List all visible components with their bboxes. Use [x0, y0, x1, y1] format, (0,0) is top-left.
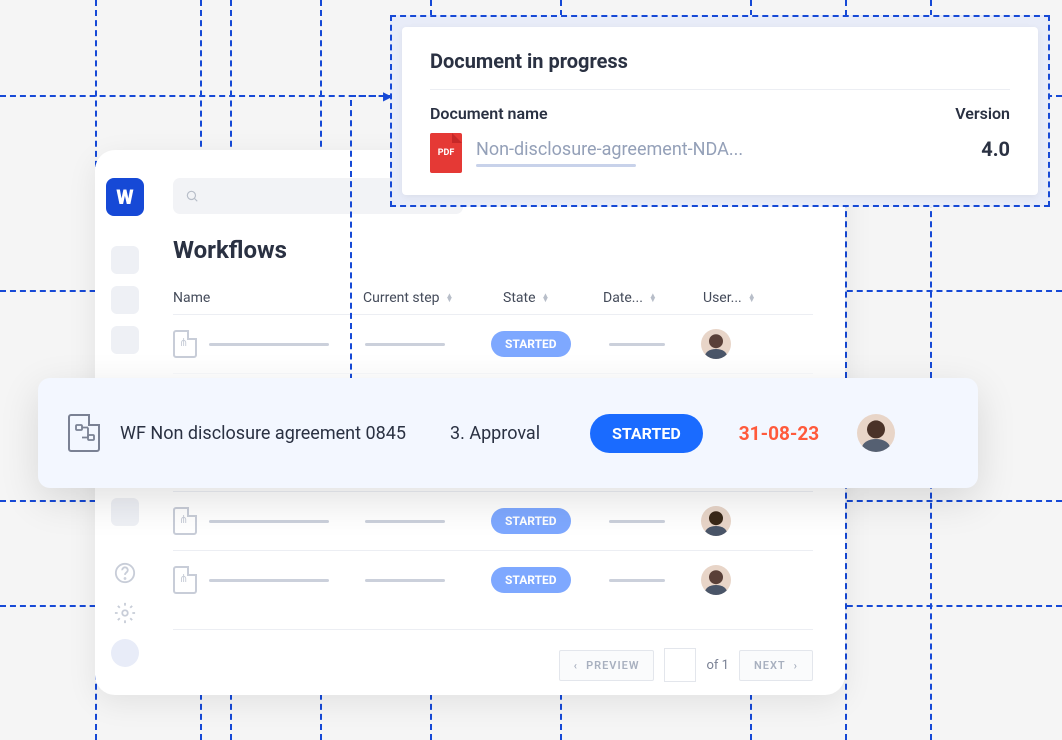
workflow-name: WF Non disclosure agreement 0845 [120, 423, 430, 444]
placeholder-name [209, 343, 329, 346]
app-logo[interactable]: W [106, 178, 144, 216]
document-name-label: Document name [430, 104, 743, 123]
chevron-right-icon: › [794, 659, 798, 672]
status-badge: STARTED [590, 414, 703, 453]
highlighted-workflow-row[interactable]: WF Non disclosure agreement 0845 3. Appr… [38, 378, 978, 488]
page-title: Workflows [173, 236, 813, 264]
column-current-step[interactable]: Current step▲▼ [363, 290, 503, 306]
sort-icon: ▲▼ [446, 294, 454, 302]
avatar [701, 329, 731, 359]
table-header: Name Current step▲▼ State▲▼ Date...▲▼ Us… [173, 282, 813, 314]
sort-icon: ▲▼ [748, 294, 756, 302]
pdf-icon: PDF [430, 133, 462, 173]
sort-icon: ▲▼ [649, 294, 657, 302]
avatar [701, 506, 731, 536]
status-badge: STARTED [491, 331, 571, 357]
arrow-icon: ▶ [383, 89, 392, 103]
user-avatar-mini[interactable] [111, 639, 139, 667]
sidebar-nav-item[interactable] [111, 498, 139, 526]
column-state[interactable]: State▲▼ [503, 290, 603, 306]
page-of-label: of 1 [706, 658, 728, 673]
sidebar-nav-item[interactable] [111, 246, 139, 274]
column-name[interactable]: Name [173, 290, 363, 306]
next-button[interactable]: NEXT› [739, 650, 813, 681]
document-version: 4.0 [981, 137, 1010, 161]
preview-button[interactable]: ‹PREVIEW [559, 650, 655, 681]
help-icon[interactable] [111, 559, 139, 587]
sidebar-nav-item[interactable] [111, 326, 139, 354]
workflow-icon [68, 414, 100, 452]
search-icon [185, 189, 199, 203]
table-row[interactable]: STARTED [173, 550, 813, 609]
column-date[interactable]: Date...▲▼ [603, 290, 703, 306]
column-user[interactable]: User...▲▼ [703, 290, 793, 306]
gear-icon[interactable] [111, 599, 139, 627]
chevron-left-icon: ‹ [574, 659, 578, 672]
placeholder-date [609, 343, 665, 346]
page-input[interactable] [664, 648, 696, 682]
workflow-icon [173, 566, 197, 594]
table-row[interactable]: STARTED [173, 314, 813, 373]
pagination: ‹PREVIEW of 1 NEXT› [173, 629, 813, 682]
placeholder-step [365, 343, 445, 346]
table-row[interactable]: STARTED [173, 491, 813, 550]
document-progress-callout: Document in progress Document name PDF N… [390, 15, 1050, 207]
workflow-icon [173, 330, 197, 358]
document-filename: Non-disclosure-agreement-NDA... [476, 139, 743, 160]
avatar [701, 565, 731, 595]
workflow-step: 3. Approval [450, 423, 570, 444]
status-badge: STARTED [491, 508, 571, 534]
connector-line [350, 100, 352, 400]
sidebar-nav-item[interactable] [111, 286, 139, 314]
callout-title: Document in progress [430, 49, 1010, 90]
status-badge: STARTED [491, 567, 571, 593]
connector-line [350, 95, 386, 97]
avatar [857, 414, 895, 452]
version-label: Version [955, 104, 1010, 123]
workflow-date: 31-08-23 [739, 422, 819, 445]
workflow-icon [173, 507, 197, 535]
sort-icon: ▲▼ [542, 294, 550, 302]
document-file[interactable]: PDF Non-disclosure-agreement-NDA... [430, 133, 743, 173]
